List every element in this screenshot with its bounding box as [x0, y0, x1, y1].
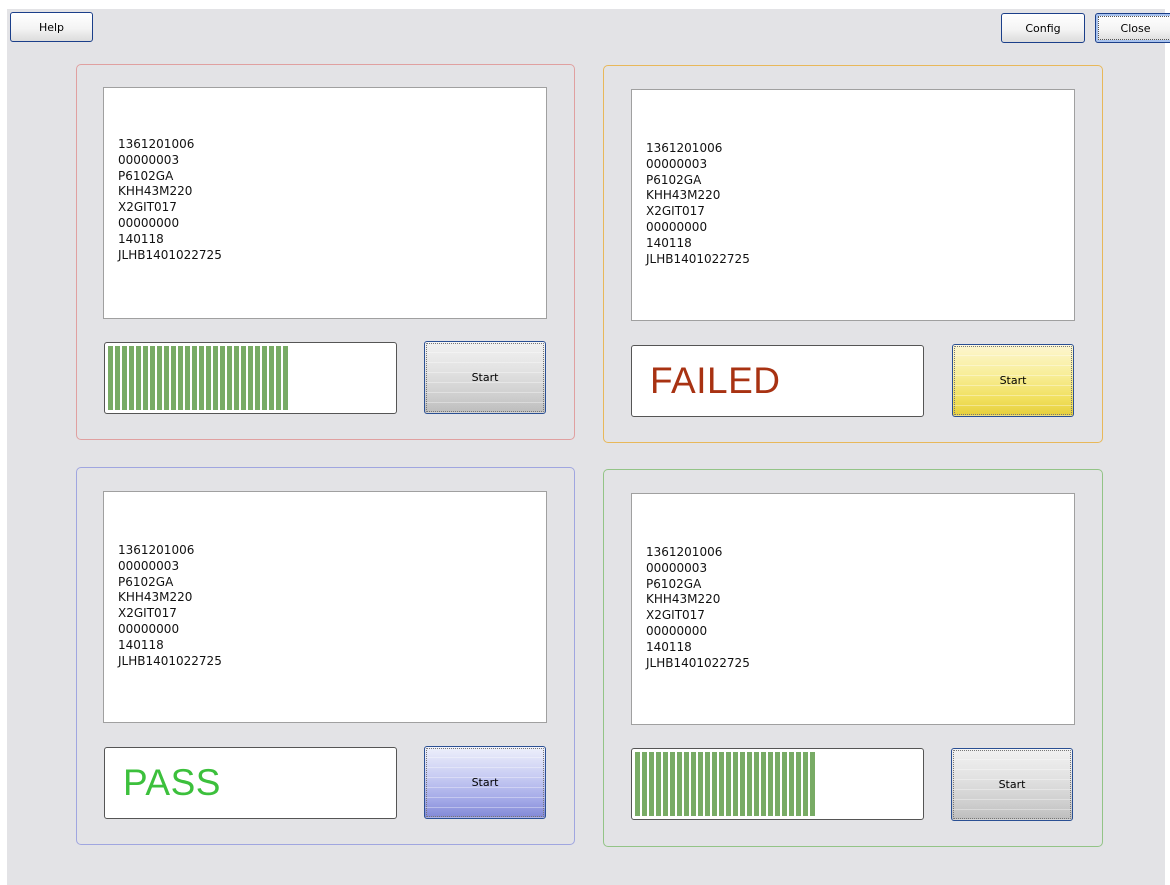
- station-panel-3: 1361201006 00000003 P6102GA KHH43M220 X2…: [76, 467, 575, 845]
- info-line: 00000000: [118, 215, 180, 230]
- info-line: X2GIT017: [646, 608, 705, 623]
- progress-fill: [108, 346, 289, 410]
- info-line: 1361201006: [118, 137, 195, 151]
- info-line: 00000003: [646, 156, 708, 171]
- info-line: X2GIT017: [118, 200, 177, 215]
- info-line: 140118: [646, 235, 692, 250]
- status-display: PASS: [104, 747, 397, 819]
- station-info-box: 1361201006 00000003 P6102GA KHH43M220 X2…: [103, 491, 547, 723]
- status-failed-text: FAILED: [650, 360, 781, 401]
- info-line: JLHB1401022725: [118, 653, 222, 668]
- info-line: KHH43M220: [646, 592, 721, 607]
- info-line: 00000000: [646, 623, 708, 638]
- info-line: 00000003: [118, 558, 180, 573]
- start-button[interactable]: Start: [424, 746, 546, 819]
- info-line: 140118: [646, 639, 692, 654]
- config-button[interactable]: Config: [1001, 13, 1085, 43]
- info-line: 00000003: [118, 152, 180, 167]
- status-pass-text: PASS: [123, 762, 221, 803]
- info-line: 00000003: [646, 560, 708, 575]
- info-line: 1361201006: [646, 141, 723, 155]
- station-info-box: 1361201006 00000003 P6102GA KHH43M220 X2…: [103, 87, 547, 319]
- station-info-box: 1361201006 00000003 P6102GA KHH43M220 X2…: [631, 493, 1075, 725]
- station-panel-2: 1361201006 00000003 P6102GA KHH43M220 X2…: [603, 65, 1103, 443]
- info-line: KHH43M220: [646, 188, 721, 203]
- info-line: X2GIT017: [118, 606, 177, 621]
- info-line: KHH43M220: [118, 590, 193, 605]
- progress-bar: [631, 748, 924, 820]
- close-button[interactable]: Close: [1095, 13, 1170, 43]
- info-line: 00000000: [646, 219, 708, 234]
- status-display: FAILED: [631, 345, 924, 417]
- station-panel-1: 1361201006 00000003 P6102GA KHH43M220 X2…: [76, 64, 575, 440]
- station-panel-4: 1361201006 00000003 P6102GA KHH43M220 X2…: [603, 469, 1103, 847]
- info-line: P6102GA: [646, 172, 702, 187]
- info-line: 00000000: [118, 621, 180, 636]
- start-button[interactable]: Start: [951, 748, 1073, 821]
- info-line: 1361201006: [646, 545, 723, 559]
- info-line: 1361201006: [118, 543, 195, 557]
- info-line: JLHB1401022725: [118, 247, 222, 262]
- info-line: 140118: [118, 231, 164, 246]
- info-line: P6102GA: [118, 574, 174, 589]
- station-info-box: 1361201006 00000003 P6102GA KHH43M220 X2…: [631, 89, 1075, 321]
- app-window: Help Config Close 1361201006 00000003 P6…: [7, 9, 1170, 885]
- info-line: JLHB1401022725: [646, 251, 750, 266]
- start-button[interactable]: Start: [952, 344, 1074, 417]
- info-line: KHH43M220: [118, 184, 193, 199]
- info-line: P6102GA: [118, 168, 174, 183]
- progress-fill: [635, 752, 816, 816]
- info-line: 140118: [118, 637, 164, 652]
- progress-bar: [104, 342, 397, 414]
- info-line: P6102GA: [646, 576, 702, 591]
- info-line: X2GIT017: [646, 204, 705, 219]
- start-button[interactable]: Start: [424, 341, 546, 414]
- help-button[interactable]: Help: [10, 12, 93, 42]
- info-line: JLHB1401022725: [646, 655, 750, 670]
